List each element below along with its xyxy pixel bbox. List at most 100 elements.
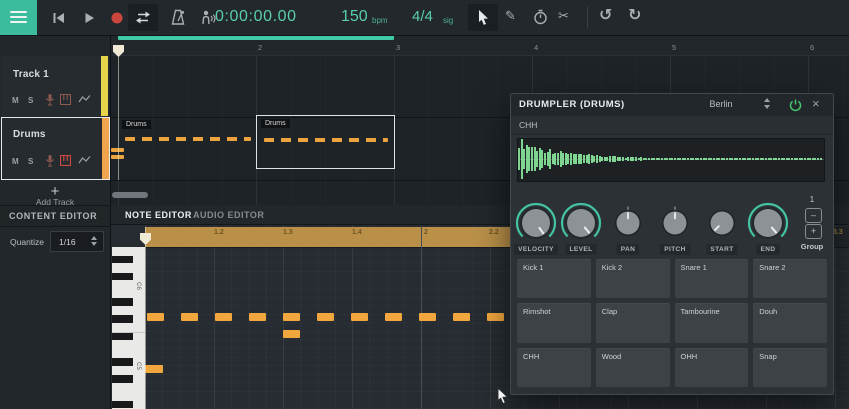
quantize-dropdown[interactable]: 1/16 bbox=[50, 231, 104, 252]
mute-button[interactable]: M bbox=[12, 157, 19, 166]
track-panel: Track 1 M S Drums M S + Add Track CONTEN… bbox=[0, 35, 111, 409]
automation-icon[interactable] bbox=[78, 155, 91, 165]
top-toolbar: 0:00:00.00 150 bpm 4/4 sig ✎ ✂ ↺ ↻ bbox=[0, 0, 849, 36]
solo-button[interactable]: S bbox=[28, 96, 33, 105]
piano-icon-active[interactable] bbox=[60, 155, 71, 166]
track-name: Track 1 bbox=[13, 69, 49, 80]
redo-icon[interactable]: ↻ bbox=[628, 5, 641, 25]
solo-button[interactable]: S bbox=[28, 157, 33, 166]
hamburger-icon bbox=[10, 11, 27, 13]
mic-icon[interactable] bbox=[44, 154, 56, 167]
midi-note[interactable] bbox=[487, 313, 504, 321]
midi-clip-drums-2[interactable]: Drums bbox=[256, 115, 395, 169]
sample-waveform[interactable] bbox=[517, 138, 825, 182]
pitch-label: PITCH bbox=[660, 244, 690, 255]
ruler-label: 1.4 bbox=[352, 229, 362, 236]
pad-ohh[interactable]: OHH bbox=[674, 347, 749, 387]
play-icon[interactable] bbox=[80, 9, 98, 27]
cut-tool-scissors-icon[interactable]: ✂ bbox=[558, 8, 569, 24]
end-knob[interactable] bbox=[746, 201, 790, 250]
pan-knob[interactable] bbox=[611, 206, 645, 245]
drumpler-plugin-window[interactable]: DRUMPLER (DRUMS) Berlin × CHH VELOCITY L… bbox=[510, 93, 834, 395]
automation-icon[interactable] bbox=[78, 94, 91, 104]
midi-note[interactable] bbox=[215, 313, 232, 321]
pad-snap[interactable]: Snap bbox=[753, 347, 827, 387]
midi-note[interactable] bbox=[453, 313, 470, 321]
midi-note[interactable] bbox=[145, 365, 163, 373]
midi-note[interactable] bbox=[351, 313, 368, 321]
ruler-label: 2 bbox=[424, 229, 428, 236]
pad-rimshot[interactable]: Rimshot bbox=[517, 303, 591, 343]
velocity-knob[interactable] bbox=[514, 201, 558, 250]
pad-tambourine[interactable]: Tambourine bbox=[674, 303, 749, 343]
skip-to-start-icon[interactable] bbox=[50, 9, 68, 27]
menu-button[interactable] bbox=[0, 0, 37, 35]
ruler-label: 3.3 bbox=[833, 229, 843, 236]
pad-wood[interactable]: Wood bbox=[595, 347, 670, 387]
tab-note-editor[interactable]: NOTE EDITOR bbox=[125, 210, 192, 220]
close-icon[interactable]: × bbox=[812, 96, 820, 111]
timer-tool-icon[interactable] bbox=[532, 8, 549, 26]
midi-note[interactable] bbox=[147, 313, 164, 321]
preset-down-icon[interactable] bbox=[764, 105, 770, 109]
bpm-value[interactable]: 150 bbox=[341, 8, 368, 26]
pad-snare-2[interactable]: Snare 2 bbox=[753, 259, 827, 299]
power-icon[interactable] bbox=[788, 98, 803, 113]
plugin-window-header[interactable]: DRUMPLER (DRUMS) Berlin × bbox=[511, 94, 833, 117]
daw-app: 0:00:00.00 150 bpm 4/4 sig ✎ ✂ ↺ ↻ Track… bbox=[0, 0, 849, 409]
preset-up-icon[interactable] bbox=[764, 98, 770, 102]
track-tile-track1[interactable]: Track 1 M S bbox=[1, 56, 108, 116]
metronome-icon[interactable] bbox=[169, 8, 187, 27]
start-knob[interactable] bbox=[705, 206, 739, 245]
preset-selector[interactable]: Berlin bbox=[689, 99, 753, 109]
stepper-up-icon[interactable] bbox=[91, 236, 97, 240]
track-tile-drums[interactable]: Drums M S bbox=[1, 117, 110, 180]
black-key[interactable] bbox=[112, 358, 133, 366]
black-key[interactable] bbox=[112, 400, 133, 409]
pad-douh[interactable]: Douh bbox=[753, 303, 827, 343]
select-tool[interactable] bbox=[468, 4, 498, 31]
black-key[interactable] bbox=[112, 298, 133, 306]
black-key[interactable] bbox=[112, 332, 133, 341]
mic-icon[interactable] bbox=[44, 93, 56, 106]
ruler-label: 1.3 bbox=[283, 229, 293, 236]
track-color-strip bbox=[101, 56, 108, 116]
time-signature-value[interactable]: 4/4 bbox=[412, 8, 433, 25]
time-signature-unit: sig bbox=[443, 16, 454, 25]
undo-icon[interactable]: ↺ bbox=[599, 5, 612, 25]
piano-icon[interactable] bbox=[60, 94, 71, 105]
track-color-strip bbox=[102, 118, 109, 179]
black-key[interactable] bbox=[112, 315, 133, 323]
loop-toggle[interactable] bbox=[128, 4, 158, 31]
midi-clip-drums-1[interactable]: Drums bbox=[118, 117, 255, 167]
draw-tool-pencil-icon[interactable]: ✎ bbox=[505, 8, 516, 24]
midi-note[interactable] bbox=[317, 313, 334, 321]
midi-note[interactable] bbox=[283, 313, 300, 321]
pitch-knob[interactable] bbox=[658, 206, 692, 245]
piano-keyboard[interactable]: C6 C5 bbox=[112, 247, 145, 409]
midi-note[interactable] bbox=[283, 330, 300, 338]
black-key[interactable] bbox=[112, 375, 133, 383]
group-plus-button[interactable]: + bbox=[805, 224, 822, 239]
level-knob[interactable] bbox=[559, 201, 603, 250]
bpm-unit: bpm bbox=[372, 16, 388, 25]
stepper-down-icon[interactable] bbox=[91, 242, 97, 246]
midi-note[interactable] bbox=[249, 313, 266, 321]
midi-note[interactable] bbox=[181, 313, 198, 321]
pad-chh[interactable]: CHH bbox=[517, 347, 591, 387]
tab-audio-editor[interactable]: AUDIO EDITOR bbox=[193, 210, 264, 220]
black-key[interactable] bbox=[112, 272, 133, 281]
pad-clap[interactable]: Clap bbox=[595, 303, 670, 343]
record-icon[interactable] bbox=[108, 9, 126, 27]
mute-button[interactable]: M bbox=[12, 96, 19, 105]
pad-kick-1[interactable]: Kick 1 bbox=[517, 259, 591, 299]
pad-kick-2[interactable]: Kick 2 bbox=[595, 259, 670, 299]
horizontal-scrollbar[interactable] bbox=[112, 192, 148, 198]
black-key[interactable] bbox=[112, 255, 133, 264]
midi-note[interactable] bbox=[419, 313, 436, 321]
pad-snare-1[interactable]: Snare 1 bbox=[674, 259, 749, 299]
group-label: Group bbox=[800, 242, 824, 251]
midi-note[interactable] bbox=[385, 313, 402, 321]
time-display[interactable]: 0:00:00.00 bbox=[215, 8, 297, 26]
group-minus-button[interactable]: – bbox=[805, 208, 822, 223]
